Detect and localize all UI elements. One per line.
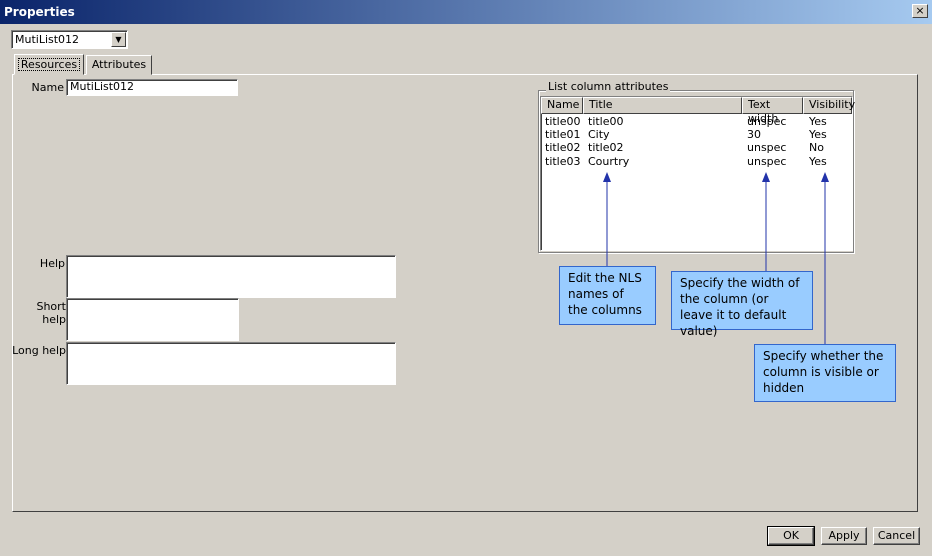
callout-visibility: Specify whether the column is visible or… (754, 344, 896, 402)
ok-button[interactable]: OK (767, 526, 815, 546)
arrow-visibility (821, 172, 829, 344)
arrow-width (762, 172, 770, 271)
callout-width: Specify the width of the column (or leav… (671, 271, 813, 338)
tab-resources[interactable]: Resources (14, 54, 84, 75)
tab-resources-label: Resources (18, 58, 80, 71)
cancel-button[interactable]: Cancel (873, 527, 920, 545)
callout-nls: Edit the NLS names of the columns (559, 266, 656, 325)
arrow-nls (603, 172, 611, 266)
apply-button[interactable]: Apply (821, 527, 867, 545)
